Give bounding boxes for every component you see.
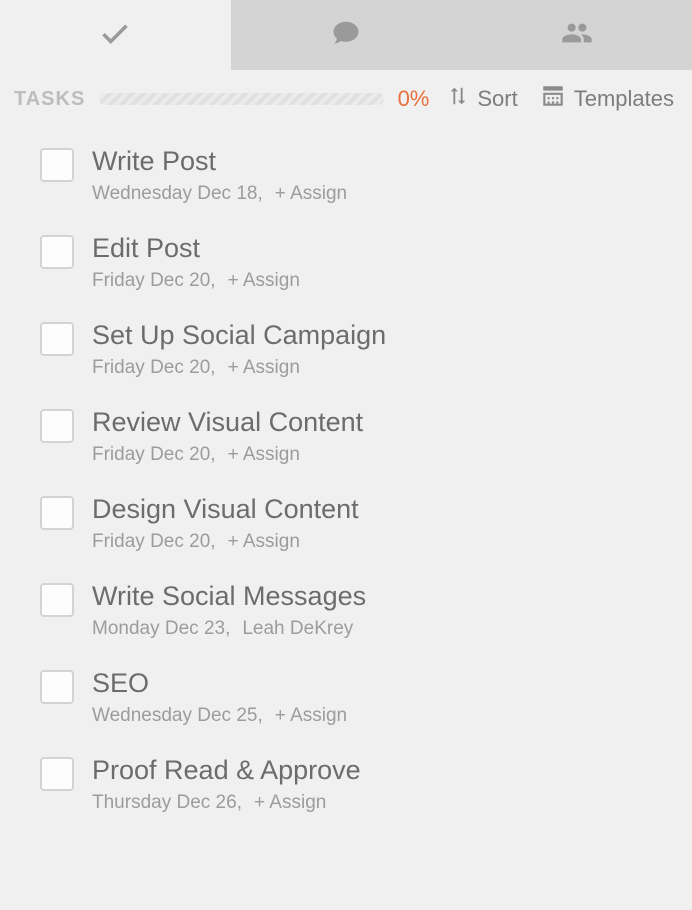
task-body: Write Post Wednesday Dec 18 + Assign [92, 146, 692, 205]
task-date[interactable]: Friday Dec 20 [92, 444, 216, 466]
progress-bar [99, 93, 383, 105]
tab-comments[interactable] [231, 0, 462, 70]
task-checkbox[interactable] [40, 496, 74, 530]
task-checkbox[interactable] [40, 148, 74, 182]
task-row: Design Visual Content Friday Dec 20 + Assi… [0, 484, 692, 571]
task-row: Write Social Messages Monday Dec 23 Leah D… [0, 571, 692, 658]
task-title[interactable]: Write Social Messages [92, 581, 672, 612]
tab-bar [0, 0, 692, 70]
task-date[interactable]: Wednesday Dec 18 [92, 183, 263, 205]
task-row: SEO Wednesday Dec 25 + Assign [0, 658, 692, 745]
task-assignee[interactable]: + Assign [228, 357, 300, 379]
task-title[interactable]: Edit Post [92, 233, 672, 264]
task-checkbox[interactable] [40, 409, 74, 443]
task-assignee[interactable]: + Assign [275, 705, 347, 727]
task-meta: Wednesday Dec 25 + Assign [92, 705, 672, 727]
people-icon [561, 17, 593, 54]
task-body: Design Visual Content Friday Dec 20 + Assi… [92, 494, 692, 553]
task-row: Write Post Wednesday Dec 18 + Assign [0, 136, 692, 223]
sort-label: Sort [477, 86, 517, 112]
task-checkbox[interactable] [40, 322, 74, 356]
task-title[interactable]: Review Visual Content [92, 407, 672, 438]
task-date[interactable]: Monday Dec 23 [92, 618, 230, 640]
task-assignee[interactable]: + Assign [228, 531, 300, 553]
task-meta: Friday Dec 20 + Assign [92, 357, 672, 379]
task-meta: Monday Dec 23 Leah DeKrey [92, 618, 672, 640]
tab-people[interactable] [461, 0, 692, 70]
task-title[interactable]: Proof Read & Approve [92, 755, 672, 786]
sort-icon [447, 85, 469, 113]
task-title[interactable]: Write Post [92, 146, 672, 177]
task-meta: Friday Dec 20 + Assign [92, 270, 672, 292]
task-date[interactable]: Friday Dec 20 [92, 357, 216, 379]
task-body: SEO Wednesday Dec 25 + Assign [92, 668, 692, 727]
task-body: Edit Post Friday Dec 20 + Assign [92, 233, 692, 292]
task-date[interactable]: Friday Dec 20 [92, 531, 216, 553]
checkmark-icon [98, 16, 132, 55]
task-checkbox[interactable] [40, 583, 74, 617]
templates-label: Templates [574, 86, 674, 112]
task-checkbox[interactable] [40, 670, 74, 704]
comment-icon [331, 18, 361, 53]
task-date[interactable]: Thursday Dec 26 [92, 792, 242, 814]
task-meta: Wednesday Dec 18 + Assign [92, 183, 672, 205]
tasks-heading: TASKS [14, 88, 85, 111]
task-row: Edit Post Friday Dec 20 + Assign [0, 223, 692, 310]
task-meta: Thursday Dec 26 + Assign [92, 792, 672, 814]
sort-button[interactable]: Sort [443, 85, 521, 113]
task-checkbox[interactable] [40, 757, 74, 791]
task-assignee[interactable]: + Assign [254, 792, 326, 814]
task-body: Proof Read & Approve Thursday Dec 26 + Ass… [92, 755, 692, 814]
templates-icon [540, 83, 566, 115]
task-row: Review Visual Content Friday Dec 20 + Assi… [0, 397, 692, 484]
task-title[interactable]: Design Visual Content [92, 494, 672, 525]
task-row: Set Up Social Campaign Friday Dec 20 + Ass… [0, 310, 692, 397]
task-meta: Friday Dec 20 + Assign [92, 531, 672, 553]
tab-tasks[interactable] [0, 0, 231, 70]
task-title[interactable]: Set Up Social Campaign [92, 320, 672, 351]
tasks-header: TASKS 0% Sort Templates [0, 70, 692, 128]
task-assignee[interactable]: + Assign [275, 183, 347, 205]
task-date[interactable]: Wednesday Dec 25 [92, 705, 263, 727]
task-row: Proof Read & Approve Thursday Dec 26 + Ass… [0, 745, 692, 832]
task-body: Write Social Messages Monday Dec 23 Leah D… [92, 581, 692, 640]
task-meta: Friday Dec 20 + Assign [92, 444, 672, 466]
task-assignee[interactable]: + Assign [228, 444, 300, 466]
task-date[interactable]: Friday Dec 20 [92, 270, 216, 292]
task-title[interactable]: SEO [92, 668, 672, 699]
task-assignee[interactable]: + Assign [228, 270, 300, 292]
progress-percent: 0% [398, 86, 430, 112]
task-list: Write PostWednesday Dec 18+ AssignEdit P… [0, 128, 692, 852]
task-checkbox[interactable] [40, 235, 74, 269]
task-body: Set Up Social Campaign Friday Dec 20 + Ass… [92, 320, 692, 379]
task-body: Review Visual Content Friday Dec 20 + Assi… [92, 407, 692, 466]
task-assignee[interactable]: Leah DeKrey [242, 618, 353, 640]
templates-button[interactable]: Templates [536, 83, 678, 115]
